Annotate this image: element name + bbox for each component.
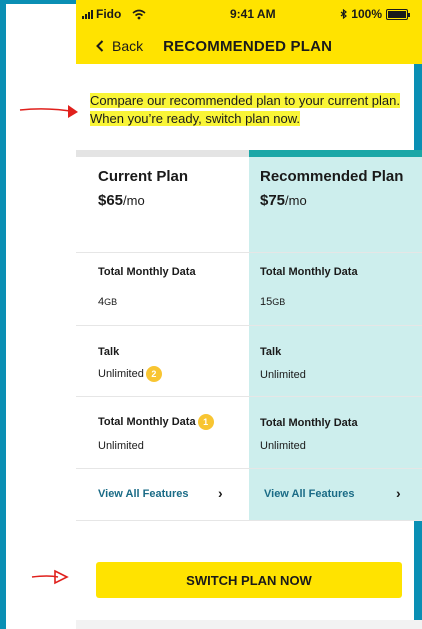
divider-5: [76, 520, 422, 521]
extra-badge: 1: [197, 414, 214, 430]
battery-percent: 100%: [351, 7, 382, 21]
annotation-arrow-cta: [31, 569, 69, 585]
divider-2: [76, 325, 422, 326]
current-data-label: Total Monthly Data: [98, 266, 196, 278]
current-view-features-link[interactable]: View All Features: [98, 488, 188, 500]
recommended-plan-bar: [249, 150, 422, 157]
recommended-extra-value: Unlimited: [260, 440, 306, 452]
phone-screen: Fido 9:41 AM 100% Back RECOMMENDED PLAN: [0, 0, 422, 629]
battery-icon: [386, 8, 410, 20]
annotation-arrow-intro: [19, 105, 78, 118]
recommended-extra-label: Total Monthly Data: [260, 417, 358, 429]
current-extra-value: Unlimited: [98, 440, 144, 452]
bottom-strip: [76, 620, 422, 629]
current-plan-price: $65/mo: [98, 192, 145, 209]
current-data-value: 4GB: [98, 296, 118, 308]
intro-text: Compare our recommended plan to your cur…: [90, 93, 400, 126]
chevron-right-icon[interactable]: ›: [396, 485, 401, 501]
talk-badge: 2: [145, 366, 162, 382]
status-right: 100%: [340, 7, 410, 21]
recommended-column-bg: [249, 157, 422, 520]
bluetooth-icon: [340, 9, 348, 19]
recommended-data-label: Total Monthly Data: [260, 266, 358, 278]
recommended-price-unit: /mo: [285, 193, 307, 208]
recommended-data-value: 15GB: [260, 296, 286, 308]
status-left: Fido: [82, 7, 146, 21]
chevron-left-icon: [96, 40, 104, 52]
recommended-price-amount: $75: [260, 192, 286, 209]
current-talk-value: Unlimited 2: [98, 366, 162, 382]
current-price-amount: $65: [98, 192, 124, 209]
status-time: 9:41 AM: [230, 7, 276, 21]
carrier-name: Fido: [96, 7, 122, 21]
wifi-icon: [132, 9, 146, 19]
chevron-right-icon[interactable]: ›: [218, 485, 223, 501]
divider-1: [76, 252, 422, 253]
current-price-unit: /mo: [123, 193, 145, 208]
recommended-view-features-link[interactable]: View All Features: [264, 488, 354, 500]
recommended-talk-label: Talk: [260, 346, 282, 358]
back-button[interactable]: Back: [96, 38, 143, 54]
divider-4: [76, 468, 422, 469]
status-bar: Fido 9:41 AM 100%: [76, 0, 422, 28]
recommended-plan-price: $75/mo: [260, 192, 307, 209]
divider-3: [76, 396, 422, 397]
current-plan-bar: [76, 150, 249, 157]
recommended-plan-name: Recommended Plan: [260, 168, 404, 185]
nav-bar: Back RECOMMENDED PLAN: [76, 28, 422, 64]
page-title: RECOMMENDED PLAN: [163, 37, 333, 55]
back-label: Back: [112, 38, 144, 54]
switch-plan-button[interactable]: SWITCH PLAN NOW: [96, 562, 402, 598]
current-talk-label: Talk: [98, 346, 120, 358]
recommended-talk-value: Unlimited: [260, 369, 306, 381]
current-plan-name: Current Plan: [98, 168, 189, 185]
current-extra-label: Total Monthly Data 1: [98, 414, 214, 430]
signal-icon: [82, 9, 93, 19]
frame-left: [0, 0, 6, 629]
